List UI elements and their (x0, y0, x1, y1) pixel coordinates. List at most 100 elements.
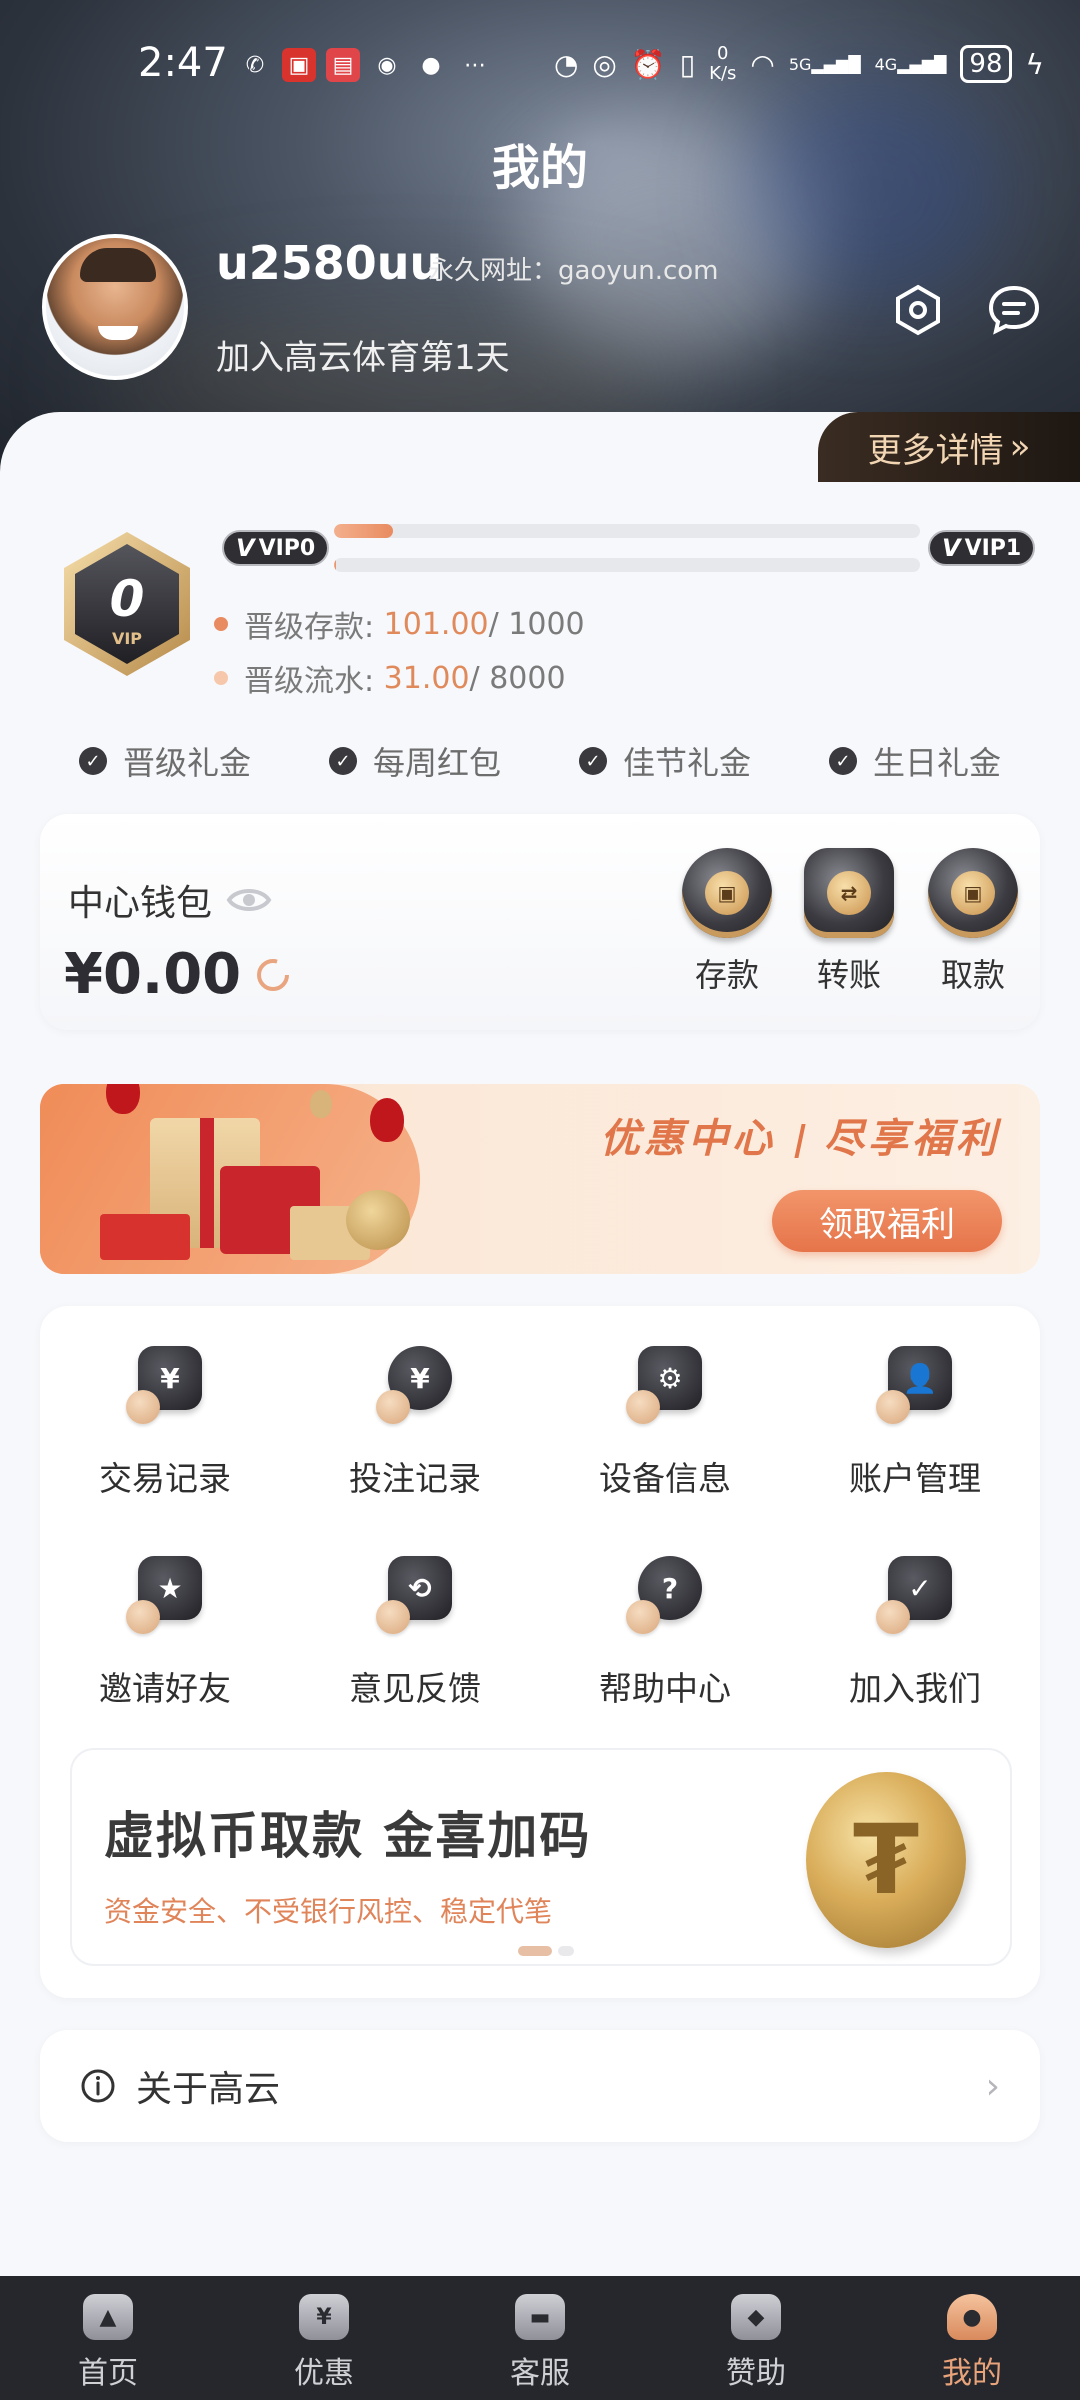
deposit-requirement: 晋级存款: 101.00 / 1000 (214, 602, 585, 646)
menu-item-label: 设备信息 (599, 1459, 731, 1498)
menu-item-bet-record[interactable]: ¥ 投注记录 (290, 1340, 540, 1500)
nav-tab-label: 我的 (942, 2356, 1002, 2391)
menu-item-label: 意见反馈 (349, 1669, 481, 1708)
balloon-icon (310, 1090, 332, 1118)
charging-icon: ϟ (1025, 47, 1044, 81)
deposit-label: 存款 (694, 956, 759, 994)
menu-item-feedback[interactable]: ⟲ 意见反馈 (290, 1550, 540, 1710)
account-manage-icon: 👤 (870, 1340, 960, 1430)
permanent-url: 永久网址：gaoyun.com (428, 256, 719, 286)
join-days: 加入高云体育第1天 (216, 338, 510, 378)
profile-icon: ● (947, 2294, 997, 2340)
message-icon (988, 285, 1040, 335)
page-title: 我的 (491, 140, 588, 196)
transfer-label: 转账 (816, 956, 881, 994)
status-bar: 2:47 ✆ ▣ ▤ ◉ ● ⋯ ◔ ◎ ⏰ ▯ 0 K/s ◠ 5G▂▄▆█ 4… (0, 34, 1080, 94)
withdraw-coin-icon: ▣ (928, 848, 1018, 938)
signal-4g-icon: 4G▂▄▆█ (874, 54, 947, 74)
turnover-progress-bar (334, 558, 920, 572)
more-notifications-icon: ⋯ (464, 52, 486, 78)
wechat-icon: ◉ (377, 52, 397, 78)
deposit-button[interactable]: ▣ 存款 (672, 848, 782, 996)
avatar[interactable] (42, 234, 188, 380)
bet-record-icon: ¥ (370, 1340, 460, 1430)
transfer-coin-icon: ⇄ (804, 848, 894, 938)
status-time: 2:47 (138, 40, 228, 86)
nav-tab-sponsor[interactable]: ◆ 赞助 (648, 2276, 864, 2400)
menu-item-label: 投注记录 (349, 1459, 481, 1498)
carousel-indicator (518, 1946, 574, 1956)
perk-upgrade-bonus[interactable]: ✓ 晋级礼金 (78, 738, 251, 784)
home-icon: ▲ (83, 2294, 133, 2340)
wallet-label-row: 中心钱包 (68, 874, 272, 926)
turnover-requirement: 晋级流水: 31.00 / 8000 (214, 656, 566, 700)
gift-box-icon (100, 1214, 190, 1260)
menu-item-label: 加入我们 (849, 1669, 981, 1708)
nav-tab-label: 首页 (78, 2356, 138, 2391)
nav-tab-home[interactable]: ▲ 首页 (0, 2276, 216, 2400)
check-icon: ✓ (828, 747, 857, 775)
balloon-icon (370, 1098, 404, 1142)
sponsor-icon: ◆ (731, 2294, 781, 2340)
net-speed: 0 K/s (709, 43, 737, 84)
eye-toggle-icon[interactable] (226, 885, 272, 915)
nav-tab-profile[interactable]: ● 我的 (864, 2276, 1080, 2400)
promo-banner[interactable]: 优惠中心 尽享福利 领取福利 (40, 1084, 1040, 1274)
device-info-icon: ⚙ (620, 1340, 710, 1430)
invite-friend-icon: ★ (120, 1550, 210, 1640)
wallet-card: 中心钱包 ¥0.00 ▣ 存款 ⇄ 转账 ▣ 取款 (40, 814, 1040, 1030)
crypto-promo-subtitle: 资金安全、不受银行风控、稳定代笔 (104, 1895, 553, 1928)
eye-icon: ◎ (592, 47, 617, 81)
withdraw-label: 取款 (940, 956, 1005, 994)
menu-item-help-center[interactable]: ? 帮助中心 (540, 1550, 790, 1710)
transfer-button[interactable]: ⇄ 转账 (794, 848, 904, 996)
help-center-icon: ? (620, 1550, 710, 1640)
vip-badge: 0 VIP (58, 528, 196, 680)
withdraw-button[interactable]: ▣ 取款 (918, 848, 1028, 996)
wallet-amount-row: ¥0.00 (64, 942, 293, 1007)
settings-button[interactable] (888, 280, 948, 340)
perk-festival-bonus[interactable]: ✓ 佳节礼金 (578, 738, 751, 784)
more-details-button[interactable]: 更多详情 » (818, 412, 1080, 482)
menu-item-device-info[interactable]: ⚙ 设备信息 (540, 1340, 790, 1500)
about-row[interactable]: 关于高云 › (40, 2030, 1040, 2142)
check-icon: ✓ (328, 747, 357, 775)
signal-5g-icon: 5G▂▄▆█ (788, 54, 861, 74)
banner-slogan: 优惠中心 尽享福利 (600, 1116, 1000, 1162)
chat-icon: ● (421, 52, 441, 78)
check-icon: ✓ (78, 747, 107, 775)
alarm-icon: ⏰ (630, 47, 666, 81)
perk-weekly-red-packet[interactable]: ✓ 每周红包 (328, 738, 501, 784)
menu-item-account-manage[interactable]: 👤 账户管理 (790, 1340, 1040, 1500)
battery-indicator: 98 (960, 45, 1012, 83)
about-label: 关于高云 (136, 2069, 281, 2110)
message-button[interactable] (984, 280, 1044, 340)
crypto-promo-title: 虚拟币取款 金喜加码 (104, 1807, 592, 1865)
menu-item-label: 帮助中心 (599, 1669, 731, 1708)
wallet-label: 中心钱包 (68, 883, 213, 924)
perk-birthday-bonus[interactable]: ✓ 生日礼金 (828, 738, 1001, 784)
menu-item-transaction-record[interactable]: ¥ 交易记录 (40, 1340, 290, 1500)
crypto-withdraw-promo[interactable]: 虚拟币取款 金喜加码 资金安全、不受银行风控、稳定代笔 ₮ (70, 1748, 1012, 1966)
menu-item-label: 账户管理 (849, 1459, 981, 1498)
usdt-coin-icon: ₮ (806, 1772, 966, 1948)
svg-text:VIP: VIP (112, 629, 142, 648)
menu-item-join-us[interactable]: ✓ 加入我们 (790, 1550, 1040, 1710)
bottom-navigation: ▲ 首页 ¥ 优惠 ▬ 客服 ◆ 赞助 ● 我的 (0, 2276, 1080, 2400)
nav-tab-promo[interactable]: ¥ 优惠 (216, 2276, 432, 2400)
double-chevron-right-icon: » (1009, 427, 1031, 467)
vip-next-tag: V VIP1 (928, 530, 1036, 566)
missed-call-icon: ✆ (245, 52, 265, 78)
claim-benefits-button[interactable]: 领取福利 (772, 1190, 1002, 1252)
nav-tab-service[interactable]: ▬ 客服 (432, 2276, 648, 2400)
refresh-icon[interactable] (253, 955, 293, 995)
wallet-balance: ¥0.00 (64, 942, 242, 1007)
nav-tab-label: 优惠 (294, 2356, 354, 2391)
chevron-right-icon: › (985, 2065, 1000, 2107)
settings-icon (896, 284, 940, 336)
menu-item-label: 交易记录 (99, 1459, 231, 1498)
deposit-coin-icon: ▣ (682, 848, 772, 938)
wifi-icon: ◠ (750, 47, 775, 81)
feature-grid: ¥ 交易记录 ¥ 投注记录 ⚙ 设备信息 👤 账户管理 ★ 邀请好友 ⟲ 意见反馈? 帮助中心 ✓ 加入我们 (40, 1340, 1040, 1710)
menu-item-invite-friend[interactable]: ★ 邀请好友 (40, 1550, 290, 1710)
